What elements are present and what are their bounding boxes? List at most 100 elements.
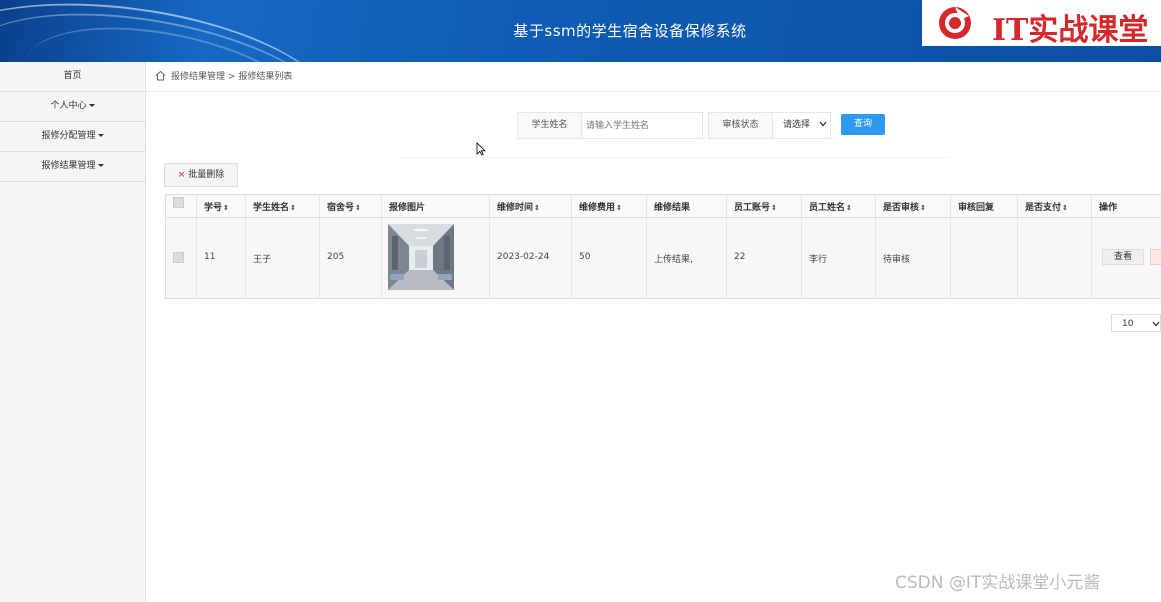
breadcrumb-current: 报修结果列表 (238, 72, 293, 82)
cell-staff-name: 李行 (809, 255, 828, 265)
column-header[interactable]: 是否审核⇕ (876, 195, 951, 217)
caret-down-icon (88, 104, 95, 107)
sidebar: 首页 个人中心 报修分配管理 报修结果管理 (0, 62, 146, 602)
table-cell: 50 (572, 218, 647, 298)
column-header[interactable]: 学生姓名⇕ (246, 195, 320, 217)
column-header-label: 员工姓名 (809, 203, 846, 213)
sidebar-item-label: 报修分配管理 (41, 131, 96, 141)
table-cell (951, 218, 1018, 298)
table-cell: 2023-02-24 (490, 218, 572, 298)
select-all-checkbox[interactable] (173, 197, 184, 208)
column-header: 报修图片 (382, 195, 490, 217)
column-header-label: 维修结果 (654, 203, 691, 213)
corridor-photo (388, 224, 454, 290)
column-header[interactable]: 员工账号⇕ (727, 195, 802, 217)
column-header: 操作 (1092, 195, 1161, 217)
column-header-label: 员工账号 (734, 203, 771, 213)
table-cell: 李行 (802, 218, 876, 298)
column-header[interactable]: 是否支付⇕ (1018, 195, 1092, 217)
table-cell: 待审核 (876, 218, 951, 298)
row-checkbox[interactable] (173, 252, 184, 263)
sort-icon: ⇕ (534, 204, 540, 212)
student-name-input[interactable] (586, 113, 696, 138)
batch-delete-button[interactable]: × 批量删除 (164, 163, 238, 187)
student-name-label: 学生姓名 (518, 113, 582, 138)
column-header: 维修结果 (647, 195, 727, 217)
chevron-down-icon (819, 121, 827, 127)
table-cell: 22 (727, 218, 802, 298)
sort-icon: ⇕ (1062, 204, 1068, 212)
cell-audit-status: 待审核 (883, 255, 911, 265)
breadcrumb-separator: > (227, 72, 236, 82)
column-header[interactable]: 维修费用⇕ (572, 195, 647, 217)
view-button[interactable]: 查看 (1102, 249, 1144, 265)
student-name-filter: 学生姓名 (517, 112, 703, 139)
column-header-label: 是否支付 (1025, 203, 1062, 213)
sort-icon: ⇕ (846, 204, 852, 212)
column-header[interactable]: 维修时间⇕ (490, 195, 572, 217)
column-header-label: 维修时间 (497, 203, 534, 213)
audit-status-select[interactable]: 请选择 (783, 113, 810, 138)
sort-icon: ⇕ (223, 204, 229, 212)
chevron-down-icon (1152, 321, 1160, 327)
header-checkbox-cell (166, 195, 197, 217)
column-header[interactable]: 员工姓名⇕ (802, 195, 876, 217)
table-header: 学号⇕ 学生姓名⇕ 宿舍号⇕ 报修图片 维修时间⇕ 维修费用⇕ 维修结果 员工账… (166, 195, 1161, 218)
sort-icon: ⇕ (290, 204, 296, 212)
column-header-label: 报修图片 (389, 203, 426, 213)
divider (400, 157, 950, 158)
column-header-label: 审核回复 (958, 203, 995, 213)
divider (145, 91, 1161, 92)
sort-icon: ⇕ (355, 204, 361, 212)
sort-icon: ⇕ (920, 204, 926, 212)
cell-repair-time: 2023-02-24 (497, 252, 550, 262)
column-header-label: 宿舍号 (327, 203, 355, 213)
table-cell (382, 218, 490, 298)
column-header-label: 学生姓名 (253, 203, 290, 213)
table-cell: 11 (197, 218, 246, 298)
sidebar-item-label: 报修结果管理 (41, 161, 96, 171)
results-table: 学号⇕ 学生姓名⇕ 宿舍号⇕ 报修图片 维修时间⇕ 维修费用⇕ 维修结果 员工账… (165, 194, 1161, 299)
sidebar-item-home[interactable]: 首页 (0, 62, 145, 92)
caret-down-icon (97, 134, 104, 137)
sidebar-item-repair-results[interactable]: 报修结果管理 (0, 152, 145, 182)
table-cell-actions: 查看 (1092, 218, 1161, 298)
table-row: 11 王子 205 2023-02-24 50 上传结果, 22 李行 待审核 … (166, 218, 1161, 298)
column-header-label: 是否审核 (883, 203, 920, 213)
caret-down-icon (97, 164, 104, 167)
column-header: 审核回复 (951, 195, 1018, 217)
cell-repair-result: 上传结果, (654, 255, 693, 265)
sort-icon: ⇕ (771, 204, 777, 212)
sort-icon: ⇕ (616, 204, 622, 212)
table-cell: 205 (320, 218, 382, 298)
sidebar-item-repair-assignment[interactable]: 报修分配管理 (0, 122, 145, 152)
mouse-cursor-icon (476, 142, 486, 156)
repair-image[interactable] (388, 224, 454, 290)
breadcrumb-parent[interactable]: 报修结果管理 (171, 72, 225, 82)
breadcrumb: 报修结果管理 > 报修结果列表 (155, 70, 292, 84)
audit-status-filter[interactable]: 审核状态 请选择 (708, 112, 831, 139)
app-title: 基于ssm的学生宿舍设备保修系统 (513, 22, 747, 40)
brand-logo-icon (939, 7, 971, 39)
row-checkbox-cell (166, 218, 197, 298)
table-cell (1018, 218, 1092, 298)
sidebar-item-label: 首页 (63, 71, 82, 81)
page-size-value: 10 (1122, 319, 1134, 329)
cell-student-id: 11 (204, 252, 216, 262)
cell-staff-account: 22 (734, 252, 746, 262)
cell-student-name: 王子 (253, 255, 272, 265)
column-header[interactable]: 学号⇕ (197, 195, 246, 217)
column-header-label: 维修费用 (579, 203, 616, 213)
column-header[interactable]: 宿舍号⇕ (320, 195, 382, 217)
sidebar-item-label: 个人中心 (50, 101, 87, 111)
brand-text: IT实战课堂 (992, 13, 1149, 48)
page-size-select[interactable]: 10 (1111, 314, 1161, 332)
watermark: CSDN @IT实战课堂小元酱 (895, 573, 1101, 593)
search-button[interactable]: 查询 (841, 114, 885, 135)
sidebar-item-personal-center[interactable]: 个人中心 (0, 92, 145, 122)
column-header-label: 学号 (204, 203, 223, 213)
table-cell: 王子 (246, 218, 320, 298)
home-icon[interactable] (155, 70, 166, 81)
delete-x-icon: × (177, 170, 186, 180)
delete-button[interactable] (1150, 249, 1161, 265)
